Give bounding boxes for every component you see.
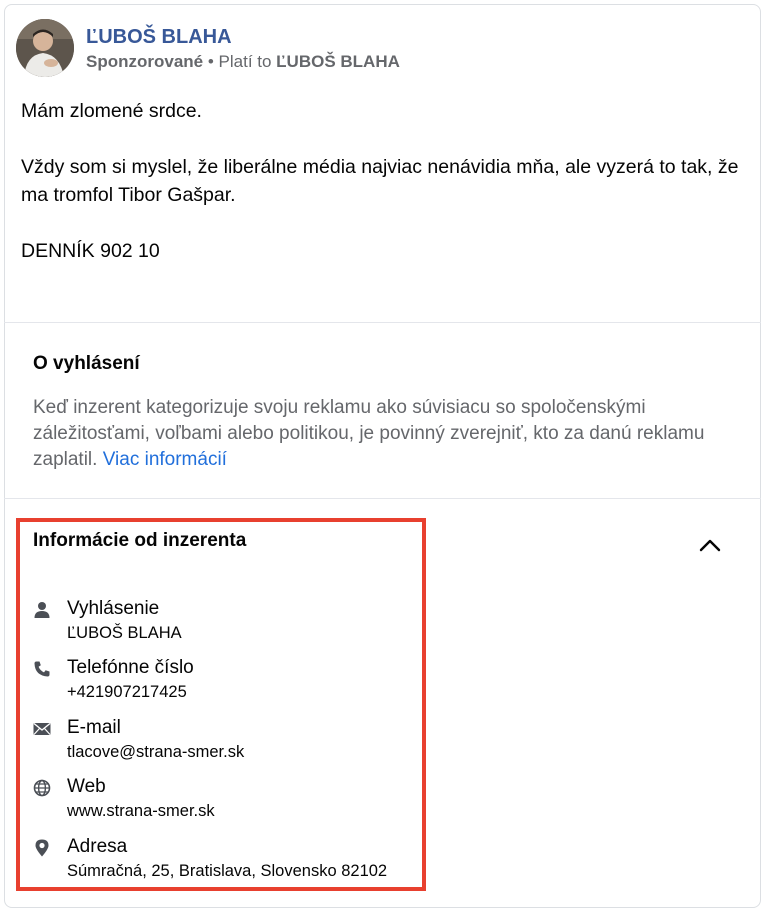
divider — [4, 498, 761, 499]
advertiser-info-item: Adresa Súmračná, 25, Bratislava, Slovens… — [33, 836, 453, 887]
info-value[interactable]: tlacove@strana-smer.sk — [67, 743, 244, 762]
location-pin-icon — [35, 839, 49, 857]
advertiser-info-item: Vyhlásenie ĽUBOŠ BLAHA — [33, 598, 453, 649]
post-text: Mám zlomené srdce. Vždy som si myslel, ž… — [21, 97, 751, 265]
info-value: ĽUBOŠ BLAHA — [67, 624, 182, 642]
info-label: Vyhlásenie — [67, 598, 160, 619]
advertiser-info-title: Informácie od inzerenta — [33, 530, 247, 551]
post-line: Mám zlomené srdce. — [21, 100, 202, 122]
post-line: DENNÍK 902 10 — [21, 240, 160, 262]
author-name[interactable]: ĽUBOŠ BLAHA — [86, 26, 232, 49]
info-label: Telefónne číslo — [67, 657, 194, 678]
envelope-icon — [33, 722, 51, 735]
person-icon — [34, 602, 50, 618]
meta-separator: • — [203, 52, 219, 71]
info-label: E-mail — [67, 717, 121, 738]
info-value: Súmračná, 25, Bratislava, Slovensko 8210… — [67, 862, 388, 880]
advertiser-info-item: E-mail tlacove@strana-smer.sk — [33, 717, 453, 768]
info-label: Adresa — [67, 836, 128, 857]
paid-by-name[interactable]: ĽUBOŠ BLAHA — [276, 52, 400, 71]
avatar-photo — [16, 19, 74, 77]
divider — [4, 322, 761, 323]
sponsored-meta: Sponzorované • Platí to ĽUBOŠ BLAHA — [86, 52, 400, 72]
disclaimer-text: Keď inzerent kategorizuje svoju reklamu … — [33, 395, 713, 473]
collapse-button[interactable] — [696, 534, 724, 558]
disclaimer-title: O vyhlásení — [33, 353, 140, 374]
phone-icon — [34, 661, 50, 677]
post-line: Vždy som si myslel, že liberálne média n… — [21, 156, 739, 206]
more-info-link[interactable]: Viac informácií — [103, 449, 227, 470]
advertiser-info-item: Telefónne číslo +421907217425 — [33, 657, 453, 708]
avatar[interactable] — [16, 19, 74, 77]
advertiser-info-item: Web www.strana-smer.sk — [33, 776, 453, 827]
info-label: Web — [67, 776, 106, 797]
info-value[interactable]: +421907217425 — [67, 683, 187, 702]
globe-icon — [33, 779, 51, 797]
chevron-up-icon — [699, 539, 721, 552]
paid-by-prefix: Platí to — [218, 52, 277, 71]
sponsored-label[interactable]: Sponzorované — [86, 52, 203, 71]
info-value[interactable]: www.strana-smer.sk — [67, 802, 215, 821]
